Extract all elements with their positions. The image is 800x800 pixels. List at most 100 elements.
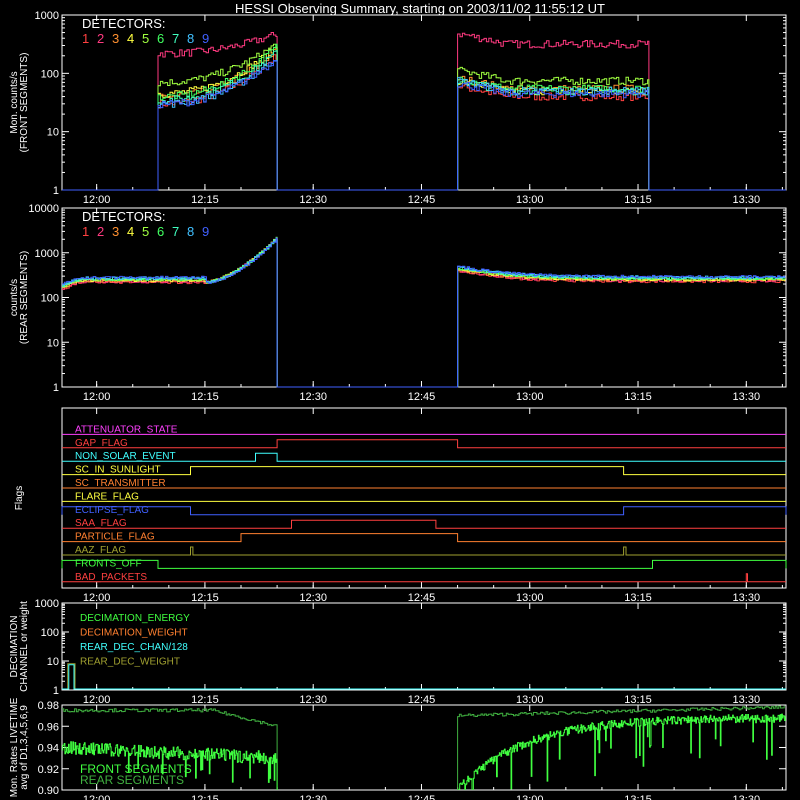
hessi-observing-summary: HESSI Observing Summary, starting on 200… bbox=[9, 1, 787, 800]
front-xtick-label-4: 13:00 bbox=[516, 194, 544, 206]
flags-xtick-label-2: 12:30 bbox=[299, 592, 327, 604]
decimation-ytick-label-2: 100 bbox=[41, 627, 59, 639]
decimation-panel: 12:00 12:15 12:30 12:45 13:00 13:15 13:30 1 10 10… bbox=[9, 598, 787, 706]
flag-line-sc-in-sunlight bbox=[62, 466, 786, 476]
flag-label-non-solar-event: NON_SOLAR_EVENT bbox=[75, 451, 176, 462]
decimation-xtick-label-4: 13:00 bbox=[516, 694, 544, 706]
front-legend-item-8: 9 bbox=[202, 31, 209, 46]
front-series-3 bbox=[62, 47, 786, 191]
livetime-xtick-label-2: 12:30 bbox=[299, 794, 327, 800]
rear-series-6 bbox=[62, 236, 786, 388]
rear-xtick-label-2: 12:30 bbox=[299, 391, 327, 403]
rear-series-2 bbox=[62, 238, 786, 388]
front-series-2 bbox=[62, 32, 786, 191]
front-legend-item-5: 6 bbox=[157, 31, 164, 46]
flag-label-eclipse-flag: ECLIPSE_FLAG bbox=[75, 505, 149, 516]
livetime-ytick-label-4: 0.98 bbox=[38, 700, 59, 712]
decimation-ytick-label-3: 1000 bbox=[35, 598, 59, 610]
rear-xtick-label-3: 12:45 bbox=[408, 391, 436, 403]
flag-label-aaz-flag: AAZ_FLAG bbox=[75, 545, 126, 556]
livetime-xtick-label-1: 12:15 bbox=[191, 794, 219, 800]
front-ylabel-1: (FRONT SEGMENTS) bbox=[19, 53, 30, 153]
livetime-ytick-label-1: 0.92 bbox=[38, 764, 59, 776]
flags-panel: 12:00 12:15 12:30 12:45 13:00 13:15 13:30 Flags… bbox=[14, 407, 787, 604]
front-xtick-label-5: 13:15 bbox=[624, 194, 652, 206]
flag-label-flare-flag: FLARE_FLAG bbox=[75, 491, 139, 502]
flag-label-particle-flag: PARTICLE_FLAG bbox=[75, 532, 155, 543]
rear-ylabel-1: (REAR SEGMENTS) bbox=[19, 251, 30, 344]
front-series-1 bbox=[62, 54, 786, 191]
flag-line-fronts-off bbox=[61, 559, 787, 569]
front-frame bbox=[61, 14, 787, 191]
decimation-xtick-label-0: 12:00 bbox=[83, 694, 111, 706]
livetime-xtick-label-6: 13:30 bbox=[733, 794, 761, 800]
rear-ytick-label-4: 10000 bbox=[28, 203, 59, 215]
front-ytick-label-3: 1000 bbox=[35, 10, 59, 22]
rear-legend-item-4: 5 bbox=[142, 224, 149, 239]
rear-xtick-label-4: 13:00 bbox=[516, 391, 544, 403]
rear-legend-title: DETECTORS: bbox=[82, 209, 166, 224]
panels: 12:00 12:15 12:30 12:45 13:00 13:15 13:3011010… bbox=[9, 10, 787, 800]
rear-series-8 bbox=[62, 239, 786, 388]
decimation-legend-0: DECIMATION_ENERGY bbox=[80, 613, 190, 624]
livetime-front-line bbox=[62, 713, 786, 790]
rear-ytick-label-1: 10 bbox=[47, 337, 59, 349]
rear-legend-item-3: 4 bbox=[127, 224, 134, 239]
front-panel: 12:00 12:15 12:30 12:45 13:00 13:15 13:30 1 10 10… bbox=[9, 10, 787, 206]
flag-line-eclipse-flag bbox=[61, 506, 787, 516]
decimation-xtick-label-1: 12:15 bbox=[191, 694, 219, 706]
rear-ytick-label-0: 1 bbox=[53, 382, 59, 394]
front-legend-title: DETECTORS: bbox=[82, 16, 166, 31]
flag-label-saa-flag: SAA_FLAG bbox=[75, 518, 127, 529]
front-xtick-label-3: 12:45 bbox=[408, 194, 436, 206]
decimation-weight-line bbox=[62, 663, 786, 690]
flag-line-saa-flag bbox=[62, 519, 786, 529]
decimation-ytick-label-0: 1 bbox=[53, 685, 59, 697]
rear-legend-item-5: 6 bbox=[157, 224, 164, 239]
decimation-xtick-label-5: 13:15 bbox=[624, 694, 652, 706]
decimation-chan-line bbox=[62, 664, 786, 690]
rear-legend-item-2: 3 bbox=[112, 224, 119, 239]
front-legend-item-2: 3 bbox=[112, 31, 119, 46]
rear-series-9 bbox=[62, 237, 786, 388]
rear-ytick-label-2: 100 bbox=[41, 293, 59, 305]
rear-series-5 bbox=[62, 239, 786, 388]
front-xtick-label-2: 12:30 bbox=[299, 194, 327, 206]
front-xtick-label-1: 12:15 bbox=[191, 194, 219, 206]
front-xtick-label-0: 12:00 bbox=[83, 194, 111, 206]
front-series-4 bbox=[62, 46, 786, 191]
front-series-6 bbox=[62, 43, 786, 191]
rear-series-3 bbox=[62, 236, 786, 388]
livetime-legend-1: REAR SEGMENTS bbox=[80, 773, 184, 787]
front-legend-item-3: 4 bbox=[127, 31, 134, 46]
flag-label-attenuator-state: ATTENUATOR_STATE bbox=[75, 424, 178, 435]
decimation-legend-2: REAR_DEC_CHAN/128 bbox=[80, 642, 188, 653]
rear-xtick-label-0: 12:00 bbox=[83, 391, 111, 403]
flag-label-fronts-off: FRONTS_OFF bbox=[75, 558, 142, 569]
flag-line-gap-flag bbox=[62, 439, 786, 449]
flags-xtick-label-6: 13:30 bbox=[733, 592, 761, 604]
rear-frame bbox=[61, 207, 787, 388]
livetime-ytick-label-2: 0.94 bbox=[38, 743, 59, 755]
livetime-xtick-label-3: 12:45 bbox=[408, 794, 436, 800]
rear-series-4 bbox=[62, 238, 786, 388]
rear-ytick-label-3: 1000 bbox=[35, 248, 59, 260]
decimation-xtick-label-6: 13:30 bbox=[733, 694, 761, 706]
front-legend-item-4: 5 bbox=[142, 31, 149, 46]
flags-xtick-label-3: 12:45 bbox=[408, 592, 436, 604]
chart-title: HESSI Observing Summary, starting on 200… bbox=[235, 1, 605, 16]
rear-series-1 bbox=[62, 237, 786, 388]
livetime-xtick-label-4: 13:00 bbox=[516, 794, 544, 800]
rear-xtick-label-1: 12:15 bbox=[191, 391, 219, 403]
front-ytick-label-1: 10 bbox=[47, 127, 59, 139]
decimation-ylabel-1: CHANNEL or weight bbox=[19, 601, 30, 692]
livetime-ytick-label-0: 0.90 bbox=[38, 785, 59, 797]
decimation-legend-3: REAR_DEC_WEIGHT bbox=[80, 657, 180, 668]
flags-xtick-label-4: 13:00 bbox=[516, 592, 544, 604]
flags-xtick-label-5: 13:15 bbox=[624, 592, 652, 604]
flags-xtick-label-1: 12:15 bbox=[191, 592, 219, 604]
rear-legend-item-7: 8 bbox=[187, 224, 194, 239]
flag-line-aaz-flag bbox=[62, 546, 786, 556]
rear-xtick-label-5: 13:15 bbox=[624, 391, 652, 403]
decimation-xtick-label-2: 12:30 bbox=[299, 694, 327, 706]
